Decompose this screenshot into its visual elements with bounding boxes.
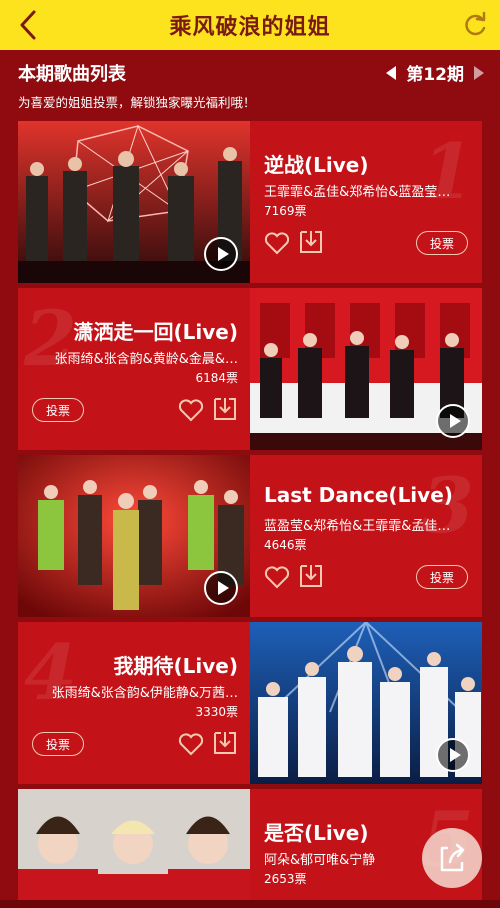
card-actions: 投票 [264, 563, 468, 593]
vote-button[interactable]: 投票 [416, 231, 468, 255]
refresh-icon[interactable] [462, 11, 488, 39]
period-label: 第12期 [406, 65, 464, 85]
song-info: 2 潇洒走一回(Live) 张雨绮&张含韵&黄龄&金晨&… 6184票 投票 [18, 288, 250, 450]
play-icon[interactable] [204, 571, 238, 605]
play-icon[interactable] [436, 738, 470, 772]
song-card: 1 逆战(Live) 王霏霏&孟佳&郑希怡&蓝盈莹… 7169票 投票 [18, 121, 482, 283]
play-icon[interactable] [436, 404, 470, 438]
rank-number: 1 [421, 127, 474, 216]
vote-button[interactable]: 投票 [416, 565, 468, 589]
period-switcher: 第12期 [386, 60, 484, 85]
vote-button[interactable]: 投票 [32, 398, 84, 422]
song-card: 4 我期待(Live) 张雨绮&张含韵&伊能静&万茜… 3330票 投票 [18, 622, 482, 784]
heart-icon[interactable] [264, 565, 290, 589]
song-card: 5 是否(Live) 阿朵&郁可唯&宁静 2653票 [18, 789, 482, 908]
previous-period-icon[interactable] [386, 65, 397, 80]
song-title[interactable]: 逆战(Live) [264, 149, 368, 178]
heart-icon[interactable] [264, 231, 290, 255]
song-info: 4 我期待(Live) 张雨绮&张含韵&伊能静&万茜… 3330票 投票 [18, 622, 250, 784]
card-actions: 投票 [32, 396, 238, 426]
singers-text: 王霏霏&孟佳&郑希怡&蓝盈莹… [264, 185, 451, 200]
heart-icon[interactable] [178, 732, 204, 756]
video-thumbnail[interactable] [18, 121, 250, 283]
song-title[interactable]: 潇洒走一回(Live) [74, 316, 238, 345]
singers-text: 阿朵&郁可唯&宁静 [264, 853, 376, 868]
card-actions: 投票 [264, 229, 468, 259]
app-header: 乘风破浪的姐姐 [0, 0, 500, 50]
singers-text: 蓝盈莹&郑希怡&王霏霏&孟佳… [264, 519, 451, 534]
vote-count: 4646票 [264, 538, 307, 552]
section-subtitle: 为喜爱的姐姐投票，解锁独家曝光福利哦！ [18, 95, 256, 110]
song-title[interactable]: 是否(Live) [264, 817, 368, 846]
download-icon[interactable] [212, 396, 238, 422]
download-icon[interactable] [212, 730, 238, 756]
share-button[interactable] [422, 828, 482, 888]
section-header: 本期歌曲列表 第12期 [18, 60, 484, 86]
video-thumbnail[interactable] [250, 288, 482, 450]
rank-number: 2 [24, 294, 77, 383]
video-thumbnail[interactable] [18, 455, 250, 617]
page-title: 乘风破浪的姐姐 [169, 15, 331, 40]
next-period-icon[interactable] [474, 65, 484, 80]
back-arrow-icon[interactable] [14, 8, 42, 42]
download-icon[interactable] [298, 563, 324, 589]
stage-image [18, 789, 250, 908]
song-card: 3 Last Dance(Live) 蓝盈莹&郑希怡&王霏霏&孟佳… 4646票… [18, 455, 482, 617]
song-title[interactable]: 我期待(Live) [114, 650, 238, 679]
card-actions: 投票 [32, 730, 238, 760]
share-icon [440, 843, 465, 872]
bottom-strip [0, 900, 500, 908]
song-info: 3 Last Dance(Live) 蓝盈莹&郑希怡&王霏霏&孟佳… 4646票… [250, 455, 482, 617]
section-title: 本期歌曲列表 [18, 64, 126, 85]
song-info: 1 逆战(Live) 王霏霏&孟佳&郑希怡&蓝盈莹… 7169票 投票 [250, 121, 482, 283]
vote-button[interactable]: 投票 [32, 732, 84, 756]
vote-count: 7169票 [264, 204, 307, 218]
song-title[interactable]: Last Dance(Live) [264, 483, 453, 507]
rank-number: 4 [24, 628, 77, 717]
download-icon[interactable] [298, 229, 324, 255]
vote-count: 6184票 [195, 371, 238, 385]
singers-text: 张雨绮&张含韵&伊能静&万茜… [51, 686, 238, 701]
heart-icon[interactable] [178, 398, 204, 422]
song-card: 2 潇洒走一回(Live) 张雨绮&张含韵&黄龄&金晨&… 6184票 投票 [18, 288, 482, 450]
play-icon[interactable] [204, 237, 238, 271]
singers-text: 张雨绮&张含韵&黄龄&金晨&… [54, 352, 238, 367]
vote-count: 3330票 [195, 705, 238, 719]
vote-count: 2653票 [264, 872, 307, 886]
video-thumbnail[interactable] [18, 789, 250, 908]
video-thumbnail[interactable] [250, 622, 482, 784]
